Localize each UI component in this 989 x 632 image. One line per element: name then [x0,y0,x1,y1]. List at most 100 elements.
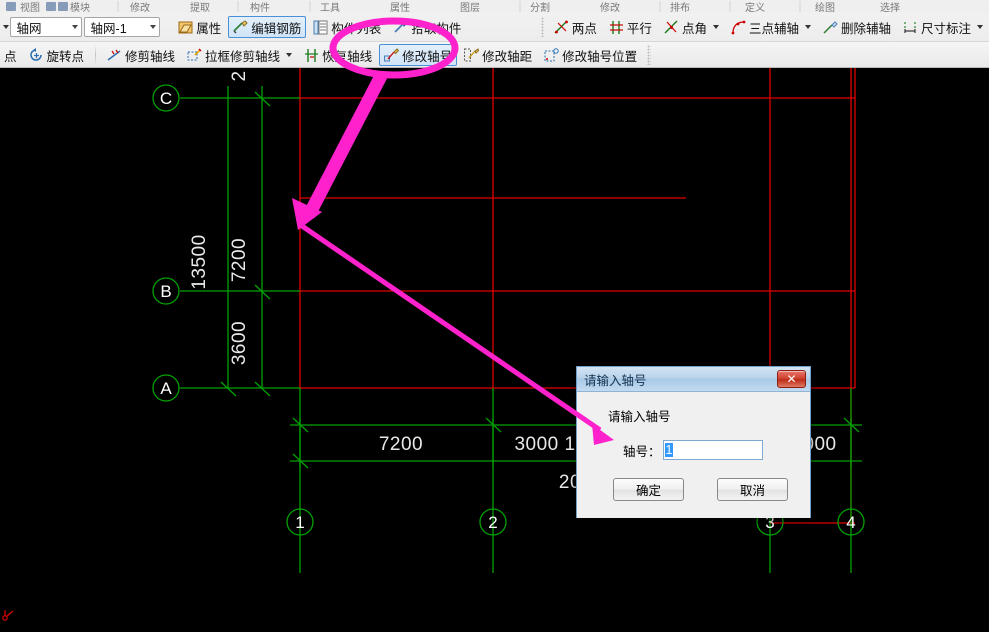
toolbar-grip[interactable] [647,45,652,65]
parallel-button[interactable]: 平行 [604,16,657,38]
component-list-label: 构件列表 [331,21,382,36]
dimension-text-horizontal: 3000 1 [514,434,575,455]
axis-number-field-row: 轴号： 1 [623,440,763,460]
modify-axis-number-button[interactable]: 修改轴号 [379,44,458,66]
svg-text:属性: 属性 [390,1,410,13]
toolbar-zone: 视图 模块 修改 提取 构件 工具 属性 图层 分割 修改 排布 定义 绘图 选… [0,0,989,68]
dialog-title-bar[interactable]: 请输入轴号 ✕ [577,367,810,392]
component-type-combo[interactable]: 轴网 [9,17,82,37]
restore-axis-icon [304,48,319,63]
trim-axis-button[interactable]: 修剪轴线 [102,44,180,66]
cancel-button[interactable]: 取消 [717,478,788,501]
svg-text:修改: 修改 [600,1,620,13]
drawing-svg: C B A 1 2 3 4 13500 7200 3600 2 7200 300… [2,68,865,621]
svg-text:选择: 选择 [880,1,900,13]
axis-bubble-4: 4 [837,508,865,536]
parallel-icon [609,20,624,35]
modify-axis-number-position-button[interactable]: 修改轴号位置 [539,44,642,66]
axis-bubble-1: 1 [286,508,314,536]
pick-component-label: 拾取构件 [411,21,462,36]
restore-axis-label: 恢复轴线 [322,49,373,64]
toolbar-row-1: 轴网 轴网-1 属性 编辑钢筋 构件列表 拾取构件 两点 平行 点角 三点辅轴 … [0,13,989,41]
cad-drawing-canvas[interactable]: C B A 1 2 3 4 13500 7200 3600 2 7200 300… [0,68,989,632]
svg-text:绘图: 绘图 [815,1,835,13]
component-list-icon [313,20,328,35]
point-angle-icon [664,20,679,35]
restore-axis-button[interactable]: 恢复轴线 [299,44,377,66]
axis-number-input-value: 1 [664,443,674,457]
axis-bubble-label: B [160,282,171,301]
axis-bubble-label: C [160,89,172,108]
ok-button[interactable]: 确定 [613,478,684,501]
three-point-aux-axis-label: 三点辅轴 [748,21,799,36]
edit-rebar-button[interactable]: 编辑钢筋 [228,16,307,38]
axis-bubble-label: 1 [295,513,304,532]
axis-number-input-dialog[interactable]: 请输入轴号 ✕ 请输入轴号 轴号： 1 确定 取消 [576,366,811,518]
axis-bubble-C: C [152,84,180,112]
toolbar-overflow-caret-left[interactable] [0,17,10,37]
two-point-icon [554,20,569,35]
chevron-down-icon[interactable] [286,53,293,57]
axis-bubble-label: 2 [488,513,497,532]
point-angle-button[interactable]: 点角 [659,16,724,38]
axis-number-field-label: 轴号： [623,444,661,459]
component-list-button[interactable]: 构件列表 [308,16,386,38]
modify-axis-spacing-button[interactable]: 修改轴距 [459,44,537,66]
axis-bubble-label: A [160,379,172,398]
properties-button[interactable]: 属性 [173,16,226,38]
axis-number-input[interactable]: 1 [662,440,763,460]
close-icon[interactable]: ✕ [777,370,806,388]
chevron-down-icon [71,25,78,29]
pick-component-button[interactable]: 拾取构件 [388,16,466,38]
dimension-text-vertical: 3600 [229,321,250,365]
dimension-button[interactable]: 尺寸标注 [898,16,988,38]
axis-bubble-2: 2 [479,508,507,536]
dialog-prompt-text: 请输入轴号 [608,410,671,424]
box-trim-axis-icon [187,48,202,63]
svg-text:工具: 工具 [320,2,340,13]
point-button[interactable]: 点 [1,44,22,66]
three-point-aux-axis-button[interactable]: 三点辅轴 [726,16,816,38]
toolbar-separator [95,45,97,65]
dimension-label: 尺寸标注 [920,21,971,36]
chevron-down-icon [149,25,156,29]
dimension-text-vertical: 7200 [229,238,250,282]
svg-text:分割: 分割 [530,1,550,13]
axis-bubble-group-horizontal: C B A [152,84,180,402]
modify-axis-number-icon [384,47,400,63]
delete-aux-axis-label: 删除辅轴 [840,21,891,36]
component-type-value: 轴网 [16,21,42,36]
origin-marker-icon [2,610,14,621]
edit-rebar-icon [233,19,248,35]
properties-icon [178,20,193,35]
delete-aux-axis-icon [823,20,838,35]
modify-axis-spacing-label: 修改轴距 [482,49,533,64]
svg-text:构件: 构件 [250,1,270,13]
modify-axis-number-label: 修改轴号 [402,49,453,64]
axis-bubble-A: A [152,374,180,402]
dialog-body: 请输入轴号 轴号： 1 确定 取消 [577,392,810,518]
chevron-down-icon[interactable] [804,25,811,29]
component-name-combo[interactable]: 轴网-1 [83,17,160,37]
two-point-label: 两点 [571,21,597,36]
two-point-button[interactable]: 两点 [549,16,602,38]
svg-text:修改: 修改 [130,1,150,13]
dimension-text-vertical-clipped: 2 [229,70,250,81]
toolbar-row-2: 点 旋转点 修剪轴线 拉框修剪轴线 恢复轴线 修改轴号 修改轴距 修改轴号位置 [0,41,989,67]
toolbar-grip[interactable] [540,17,544,37]
toolbar-row-clipped: 视图 模块 修改 提取 构件 工具 属性 图层 分割 修改 排布 定义 绘图 选… [0,0,989,13]
edit-rebar-label: 编辑钢筋 [251,21,302,36]
dimension-text-horizontal: 7200 [379,434,423,455]
delete-aux-axis-button[interactable]: 删除辅轴 [818,16,896,38]
box-trim-axis-button[interactable]: 拉框修剪轴线 [182,44,297,66]
chevron-down-icon[interactable] [977,25,983,29]
point-label: 点 [4,49,17,64]
trim-axis-icon [107,48,122,63]
svg-text:排布: 排布 [670,1,690,13]
svg-text:提取: 提取 [190,2,210,13]
chevron-down-icon[interactable] [712,25,719,29]
rotate-point-button[interactable]: 旋转点 [24,44,90,66]
rotate-point-icon [29,47,44,63]
axis-bubble-label: 4 [846,513,855,532]
svg-text:视图: 视图 [20,1,40,13]
